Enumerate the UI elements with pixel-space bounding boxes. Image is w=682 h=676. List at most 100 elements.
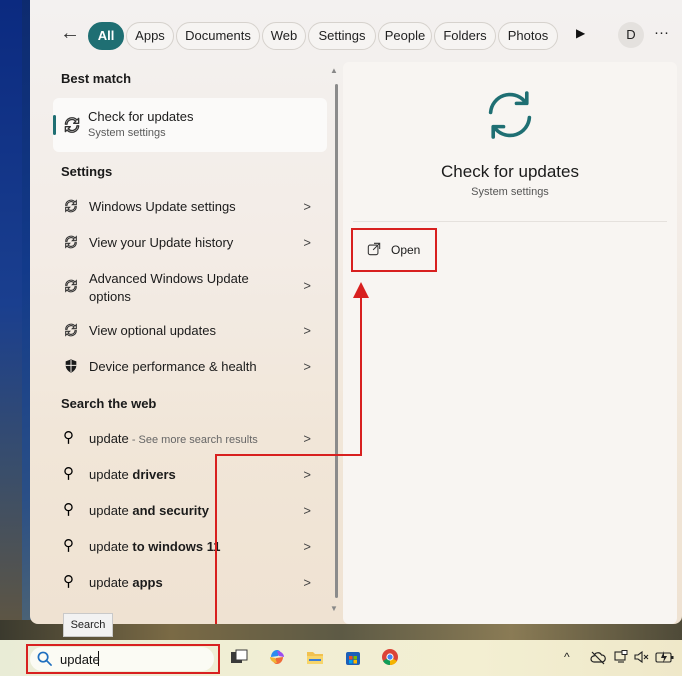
web-result-item[interactable]: ⚲ update drivers > bbox=[53, 458, 327, 492]
detail-title: Check for updates bbox=[441, 162, 579, 181]
file-explorer-icon[interactable] bbox=[306, 648, 324, 666]
microsoft-store-icon[interactable] bbox=[344, 648, 362, 666]
battery-charging-icon[interactable] bbox=[655, 650, 675, 664]
best-match-subtitle: System settings bbox=[88, 127, 166, 139]
settings-heading: Settings bbox=[61, 164, 113, 179]
web-result-item[interactable]: ⚲ update and security > bbox=[53, 494, 327, 528]
chevron-right-icon: > bbox=[303, 503, 311, 518]
web-result-completion: drivers bbox=[132, 467, 176, 482]
divider bbox=[353, 221, 667, 222]
search-highlight-box bbox=[26, 644, 220, 674]
avatar[interactable]: D bbox=[618, 22, 644, 48]
web-result-completion: apps bbox=[132, 575, 163, 590]
search-web-heading: Search the web bbox=[61, 396, 157, 411]
web-result-item[interactable]: ⚲ update to windows 11 > bbox=[53, 530, 327, 564]
best-match-title: Check for updates bbox=[88, 109, 194, 124]
network-display-icon[interactable] bbox=[614, 650, 628, 664]
detail-subtitle: System settings bbox=[471, 186, 549, 198]
sync-icon bbox=[65, 323, 77, 337]
filter-bar: ← All Apps Documents Web Settings People… bbox=[30, 0, 682, 60]
chevron-right-icon: > bbox=[303, 539, 311, 554]
web-result-query: update bbox=[89, 431, 129, 446]
start-search-menu: ← All Apps Documents Web Settings People… bbox=[30, 0, 682, 624]
scrollbar-thumb[interactable] bbox=[335, 84, 338, 598]
scroll-down-arrow-icon[interactable]: ▼ bbox=[330, 604, 338, 613]
tab-settings[interactable]: Settings bbox=[308, 22, 376, 50]
web-result-label: update apps bbox=[89, 575, 163, 590]
sync-icon bbox=[65, 199, 77, 213]
web-result-label: update - See more search results bbox=[89, 431, 258, 446]
search-icon: ⚲ bbox=[63, 537, 74, 554]
open-button[interactable]: Open bbox=[351, 228, 437, 272]
chevron-right-icon: > bbox=[303, 323, 311, 338]
cloud-offline-icon[interactable] bbox=[590, 651, 606, 665]
annotation-line bbox=[215, 454, 217, 624]
web-result-completion: to windows 11 bbox=[132, 539, 221, 554]
web-result-query: update bbox=[89, 503, 133, 518]
chevron-up-icon[interactable]: ^ bbox=[564, 650, 570, 664]
more-options-icon[interactable]: ··· bbox=[654, 24, 669, 41]
chrome-icon[interactable] bbox=[381, 648, 399, 666]
chevron-right-icon: > bbox=[303, 235, 311, 250]
web-result-completion: and security bbox=[132, 503, 209, 518]
settings-item-label: Device performance & health bbox=[89, 359, 257, 374]
chevron-right-icon: > bbox=[303, 199, 311, 214]
play-more-icon[interactable]: ▶ bbox=[576, 26, 585, 40]
taskbar-search-input[interactable]: update bbox=[60, 652, 100, 667]
web-result-label: update drivers bbox=[89, 467, 176, 482]
text-caret bbox=[98, 651, 99, 666]
tab-people[interactable]: People bbox=[378, 22, 432, 50]
search-icon bbox=[37, 651, 52, 666]
tab-photos[interactable]: Photos bbox=[498, 22, 558, 50]
tab-web[interactable]: Web bbox=[262, 22, 306, 50]
search-icon: ⚲ bbox=[63, 573, 74, 590]
tab-documents[interactable]: Documents bbox=[176, 22, 260, 50]
search-icon: ⚲ bbox=[63, 501, 74, 518]
chevron-right-icon: > bbox=[303, 467, 311, 482]
annotation-arrowhead-icon bbox=[353, 282, 369, 298]
web-result-item[interactable]: ⚲ update - See more search results > bbox=[53, 422, 327, 456]
search-tooltip: Search bbox=[63, 613, 113, 637]
sync-large-icon bbox=[488, 91, 532, 139]
best-match-item[interactable]: Check for updates System settings bbox=[53, 98, 327, 152]
selection-indicator bbox=[53, 115, 56, 135]
tab-apps[interactable]: Apps bbox=[126, 22, 174, 50]
best-match-heading: Best match bbox=[61, 71, 132, 86]
settings-item-windows-update[interactable]: Windows Update settings > bbox=[53, 190, 327, 224]
sync-icon bbox=[65, 235, 77, 249]
web-result-item[interactable]: ⚲ update apps > bbox=[53, 566, 327, 600]
chevron-right-icon: > bbox=[303, 359, 311, 374]
open-button-label: Open bbox=[391, 243, 421, 257]
volume-muted-icon[interactable] bbox=[634, 650, 650, 664]
annotation-line bbox=[215, 454, 361, 456]
settings-item-label: Windows Update settings bbox=[89, 199, 236, 214]
web-result-label: update to windows 11 bbox=[89, 539, 221, 554]
chevron-right-icon: > bbox=[303, 575, 311, 590]
web-result-hint: - See more search results bbox=[128, 434, 258, 446]
tab-all[interactable]: All bbox=[88, 22, 124, 50]
tab-folders[interactable]: Folders bbox=[434, 22, 496, 50]
settings-item-optional-updates[interactable]: View optional updates > bbox=[53, 314, 327, 348]
back-arrow-icon[interactable]: ← bbox=[60, 22, 80, 45]
open-external-icon bbox=[367, 242, 381, 256]
scroll-up-arrow-icon[interactable]: ▲ bbox=[330, 66, 338, 75]
settings-item-label: Advanced Windows Update options bbox=[89, 271, 249, 304]
copilot-icon[interactable] bbox=[268, 648, 286, 666]
detail-pane: Check for updates System settings Open bbox=[343, 62, 677, 624]
chevron-right-icon: > bbox=[303, 431, 311, 446]
web-result-query: update bbox=[89, 539, 133, 554]
sync-icon bbox=[64, 117, 80, 133]
settings-item-label: View optional updates bbox=[89, 323, 216, 338]
chevron-right-icon: > bbox=[303, 278, 311, 293]
settings-item-label: View your Update history bbox=[89, 235, 234, 250]
settings-item-advanced-update[interactable]: Advanced Windows Update options > bbox=[53, 264, 327, 308]
desktop-wallpaper bbox=[0, 0, 22, 676]
task-view-icon[interactable] bbox=[230, 648, 248, 666]
web-result-label: update and security bbox=[89, 503, 209, 518]
web-result-query: update bbox=[89, 467, 133, 482]
search-icon: ⚲ bbox=[63, 465, 74, 482]
settings-item-update-history[interactable]: View your Update history > bbox=[53, 226, 327, 260]
sync-icon bbox=[65, 279, 77, 293]
settings-item-device-health[interactable]: Device performance & health > bbox=[53, 350, 327, 384]
search-icon: ⚲ bbox=[63, 429, 74, 446]
